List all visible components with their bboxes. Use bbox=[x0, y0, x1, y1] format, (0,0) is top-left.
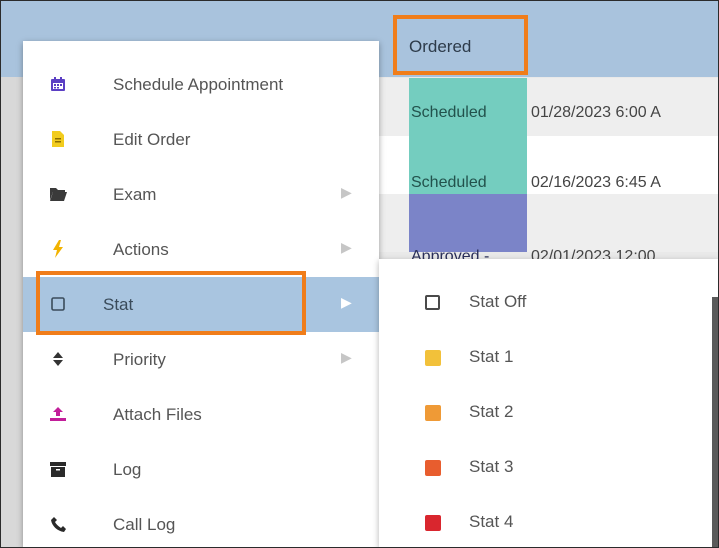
app-frame: … Ordered Scheduled 01/28/2023 6:00 A Sc… bbox=[0, 0, 719, 548]
table-row[interactable]: Scheduled 01/28/2023 6:00 A bbox=[379, 78, 718, 136]
menu-item-priority[interactable]: Priority ▶ bbox=[23, 332, 379, 387]
chevron-right-icon: ▶ bbox=[341, 349, 352, 365]
stat-submenu: Stat Off Stat 1 Stat 2 Stat 3 Stat 4 bbox=[379, 259, 718, 547]
menu-item-call-log[interactable]: Call Log bbox=[23, 497, 379, 547]
submenu-item-label: Stat 1 bbox=[469, 347, 514, 366]
ordered-column-label: Ordered bbox=[409, 37, 472, 56]
submenu-item-label: Stat 2 bbox=[469, 402, 514, 421]
submenu-item-stat-1[interactable]: Stat 1 bbox=[379, 328, 712, 383]
status-label: Scheduled bbox=[411, 174, 487, 191]
table-row[interactable]: Approved - 02/01/2023 12:00 bbox=[379, 194, 718, 265]
status-cell: Scheduled bbox=[409, 78, 527, 136]
menu-item-label: Attach Files bbox=[113, 405, 202, 424]
menu-item-actions[interactable]: Actions ▶ bbox=[23, 222, 379, 277]
color-swatch-icon bbox=[425, 515, 441, 531]
menu-item-label: Priority bbox=[113, 350, 166, 369]
checkbox-icon bbox=[425, 295, 440, 310]
menu-item-edit-order[interactable]: Edit Order bbox=[23, 112, 379, 167]
submenu-scroll-edge bbox=[712, 297, 718, 547]
menu-item-schedule-appointment[interactable]: Schedule Appointment bbox=[23, 57, 379, 112]
document-icon bbox=[49, 130, 67, 148]
calendar-icon bbox=[49, 75, 67, 93]
ordered-column-header[interactable]: Ordered bbox=[393, 15, 528, 75]
menu-item-attach-files[interactable]: Attach Files bbox=[23, 387, 379, 442]
status-label: Scheduled bbox=[411, 104, 487, 121]
color-swatch-icon bbox=[425, 405, 441, 421]
menu-item-log[interactable]: Log bbox=[23, 442, 379, 497]
menu-item-label: Edit Order bbox=[113, 130, 191, 149]
submenu-item-stat-3[interactable]: Stat 3 bbox=[379, 438, 712, 493]
table-row[interactable]: Scheduled 02/16/2023 6:45 A bbox=[379, 136, 718, 194]
menu-item-label: Call Log bbox=[113, 515, 176, 534]
chevron-right-icon: ▶ bbox=[341, 239, 352, 255]
menu-item-exam[interactable]: Exam ▶ bbox=[23, 167, 379, 222]
folder-open-icon bbox=[49, 185, 67, 203]
submenu-item-label: Stat 3 bbox=[469, 457, 514, 476]
color-swatch-icon bbox=[425, 350, 441, 366]
sort-icon bbox=[49, 350, 67, 368]
menu-item-label: Actions bbox=[113, 240, 169, 259]
submenu-item-label: Stat 4 bbox=[469, 512, 514, 531]
chevron-right-icon: ▶ bbox=[341, 184, 352, 200]
menu-item-label: Schedule Appointment bbox=[113, 75, 284, 94]
menu-item-label: Exam bbox=[113, 185, 157, 204]
upload-icon bbox=[49, 405, 67, 423]
stat-highlight-box bbox=[36, 271, 306, 335]
submenu-item-stat-4[interactable]: Stat 4 bbox=[379, 493, 712, 547]
status-cell: Approved - bbox=[409, 194, 527, 265]
submenu-item-label: Stat Off bbox=[469, 292, 527, 311]
submenu-item-stat-2[interactable]: Stat 2 bbox=[379, 383, 712, 438]
status-cell: Scheduled bbox=[409, 136, 527, 194]
color-swatch-icon bbox=[425, 460, 441, 476]
archive-icon bbox=[49, 460, 67, 478]
submenu-item-stat-off[interactable]: Stat Off bbox=[379, 273, 712, 328]
date-cell: 01/28/2023 6:00 A bbox=[531, 104, 661, 121]
lightning-icon bbox=[49, 240, 67, 258]
phone-icon bbox=[49, 515, 67, 533]
menu-item-label: Log bbox=[113, 460, 142, 479]
chevron-right-icon: ▶ bbox=[341, 294, 352, 310]
date-cell: 02/16/2023 6:45 A bbox=[531, 174, 661, 191]
